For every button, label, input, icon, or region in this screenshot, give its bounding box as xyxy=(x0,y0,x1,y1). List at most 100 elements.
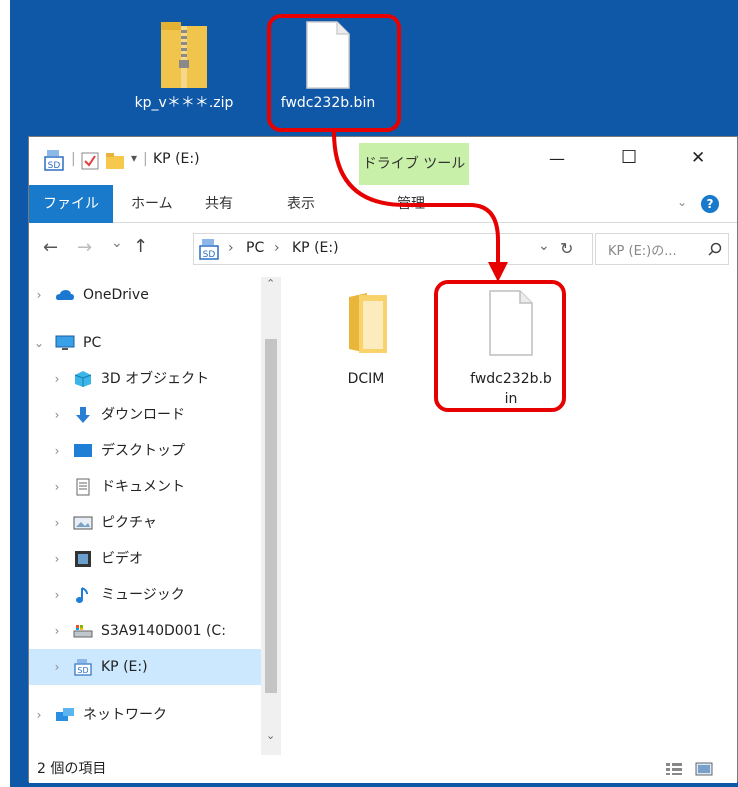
address-dropdown-icon[interactable]: ⌄ xyxy=(538,238,550,254)
tab-view[interactable]: 表示 xyxy=(287,185,315,223)
chevron-right-icon[interactable]: › xyxy=(51,577,63,613)
chevron-right-icon[interactable]: › xyxy=(51,613,63,649)
tree-item-label: 3D オブジェクト xyxy=(101,371,210,387)
folder-icon xyxy=(349,293,387,353)
drive-icon xyxy=(73,625,93,638)
zip-folder-icon xyxy=(161,22,207,88)
highlight-copied-file xyxy=(434,280,566,412)
scroll-thumb[interactable] xyxy=(265,339,277,693)
tree-item-label: ビデオ xyxy=(101,551,143,567)
tree-item-label: ドキュメント xyxy=(101,479,185,495)
tree-item-videos[interactable]: › ビデオ xyxy=(29,541,261,577)
tree-item-desktop[interactable]: › デスクトップ xyxy=(29,433,261,469)
svg-text:SD: SD xyxy=(203,250,216,260)
highlight-desktop-file xyxy=(267,14,401,132)
tree-item-network[interactable]: › ネットワーク xyxy=(29,697,261,733)
tree-item-label: S3A9140D001 (C: xyxy=(101,623,226,639)
onedrive-icon xyxy=(56,290,74,300)
pictures-icon xyxy=(73,516,93,530)
tab-share[interactable]: 共有 xyxy=(205,185,233,223)
tree-item-onedrive[interactable]: › OneDrive xyxy=(29,277,261,313)
address-bar[interactable]: SD › PC › KP (E:) ⌄ ↻ xyxy=(193,233,593,265)
tree-item-documents[interactable]: › ドキュメント xyxy=(29,469,261,505)
title-bar: SD | ▾ | KP (E:) ドライブ ツール — ☐ ✕ xyxy=(29,137,737,185)
desktop-zip-file[interactable]: kp_v＊＊＊.zip xyxy=(128,20,240,112)
chevron-right-icon[interactable]: › xyxy=(51,541,63,577)
search-box[interactable]: KP (E:)の... xyxy=(595,233,729,265)
breadcrumb-separator: › xyxy=(228,240,234,256)
desktop-zip-label: kp_v＊＊＊.zip xyxy=(134,95,234,111)
scroll-down-icon[interactable]: ⌄ xyxy=(266,729,275,742)
document-icon xyxy=(76,478,90,496)
chevron-right-icon[interactable]: › xyxy=(51,469,63,505)
window-title: KP (E:) xyxy=(153,151,200,167)
search-icon xyxy=(708,242,722,256)
chevron-right-icon[interactable]: › xyxy=(33,277,45,313)
video-icon xyxy=(75,551,91,567)
chevron-right-icon[interactable]: › xyxy=(51,433,63,469)
tree-item-3d-objects[interactable]: › 3D オブジェクト xyxy=(29,361,261,397)
download-icon xyxy=(76,407,90,423)
tree-item-label: デスクトップ xyxy=(101,443,185,459)
close-button[interactable]: ✕ xyxy=(691,148,705,168)
tab-home[interactable]: ホーム xyxy=(131,185,173,223)
explorer-window: SD | ▾ | KP (E:) ドライブ ツール — ☐ ✕ ファイル ホーム… xyxy=(28,136,738,783)
tab-file[interactable]: ファイル xyxy=(29,185,113,223)
chevron-down-icon[interactable]: ⌄ xyxy=(33,325,45,361)
item-count: 2 個の項目 xyxy=(37,761,107,777)
minimize-button[interactable]: — xyxy=(549,149,565,168)
chevron-right-icon[interactable]: › xyxy=(33,697,45,733)
ribbon-expand-icon[interactable]: ⌄ xyxy=(677,195,687,209)
recent-locations-button[interactable]: ⌄ xyxy=(111,235,123,251)
back-button[interactable]: ← xyxy=(43,237,58,258)
quick-access-dropdown-icon[interactable]: ▾ xyxy=(131,151,137,165)
file-item-dcim[interactable]: DCIM xyxy=(323,289,409,389)
svg-text:SD: SD xyxy=(77,666,88,675)
ribbon-tabs: ファイル ホーム 共有 表示 管理 ⌄ ? xyxy=(29,185,737,223)
forward-button[interactable]: → xyxy=(77,237,92,258)
desktop-icon xyxy=(74,444,92,457)
network-icon xyxy=(56,708,74,721)
refresh-button[interactable]: ↻ xyxy=(560,239,573,258)
tree-item-label: ミュージック xyxy=(101,587,185,603)
breadcrumb-kp-drive[interactable]: KP (E:) xyxy=(292,240,339,256)
tree-item-music[interactable]: › ミュージック xyxy=(29,577,261,613)
chevron-right-icon[interactable]: › xyxy=(51,361,63,397)
up-button[interactable]: ↑ xyxy=(133,236,148,257)
tree-item-label: KP (E:) xyxy=(101,659,148,675)
maximize-button[interactable]: ☐ xyxy=(621,147,637,168)
tree-item-drive-c[interactable]: › S3A9140D001 (C: xyxy=(29,613,261,649)
large-icons-view-icon[interactable] xyxy=(695,762,713,776)
tree-item-downloads[interactable]: › ダウンロード xyxy=(29,397,261,433)
tree-item-label: ネットワーク xyxy=(83,707,167,723)
tab-manage[interactable]: 管理 xyxy=(397,185,425,223)
search-placeholder: KP (E:)の... xyxy=(608,244,677,259)
chevron-right-icon[interactable]: › xyxy=(51,649,63,685)
help-icon[interactable]: ? xyxy=(701,195,719,213)
navigation-pane: › OneDrive ⌄ PC › 3D オブジェクト › ダウンロード › デ… xyxy=(29,277,281,755)
tree-item-pc[interactable]: ⌄ PC xyxy=(29,325,261,361)
music-icon xyxy=(76,587,88,603)
breadcrumb-pc[interactable]: PC xyxy=(246,240,264,256)
3d-objects-icon xyxy=(74,371,92,387)
tree-item-label: OneDrive xyxy=(83,287,149,303)
details-view-icon[interactable] xyxy=(665,762,683,776)
tree-item-label: PC xyxy=(83,335,102,351)
new-folder-icon[interactable] xyxy=(105,152,125,170)
properties-icon[interactable] xyxy=(81,152,99,170)
tree-item-pictures[interactable]: › ピクチャ xyxy=(29,505,261,541)
file-item-label: DCIM xyxy=(347,371,385,387)
sd-card-icon: SD xyxy=(199,239,219,260)
pc-icon xyxy=(55,335,75,350)
chevron-right-icon[interactable]: › xyxy=(51,505,63,541)
scroll-up-icon[interactable]: ⌃ xyxy=(266,277,275,290)
breadcrumb-separator: › xyxy=(274,240,280,256)
sd-card-icon: SD xyxy=(44,150,64,171)
nav-pane-scrollbar[interactable]: ⌃ ⌄ xyxy=(261,277,281,755)
chevron-right-icon[interactable]: › xyxy=(51,397,63,433)
status-bar: 2 個の項目 xyxy=(29,755,737,783)
tree-item-kp-drive[interactable]: › SD KP (E:) xyxy=(29,649,261,685)
svg-text:SD: SD xyxy=(48,161,61,171)
drive-tools-context-tab[interactable]: ドライブ ツール xyxy=(359,143,469,185)
navigation-bar: ← → ⌄ ↑ SD › PC › KP (E:) ⌄ ↻ KP (E:)の..… xyxy=(29,223,737,277)
